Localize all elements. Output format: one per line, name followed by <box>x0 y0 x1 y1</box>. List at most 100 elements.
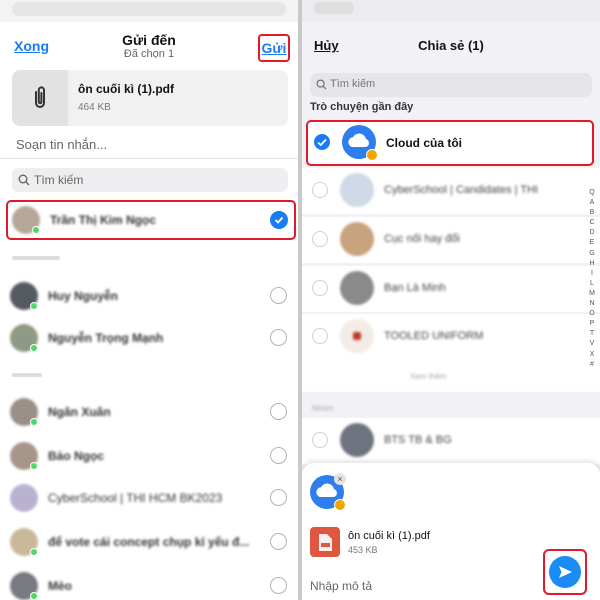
index-letter[interactable]: # <box>587 360 597 370</box>
verified-badge-icon <box>366 149 378 161</box>
avatar <box>340 173 374 207</box>
contact-name: TOOLED UNIFORM <box>384 330 484 342</box>
index-letter[interactable]: B <box>587 208 597 218</box>
online-indicator <box>30 548 38 556</box>
send-to-header: Xong Gửi đến Đã chọn 1 Gửi <box>0 26 298 66</box>
cloud-row-selected[interactable]: Cloud của tôi <box>306 120 594 166</box>
avatar <box>340 222 374 256</box>
share-header: Hủy Chia sẻ (1) <box>302 28 600 62</box>
section-label <box>12 255 60 262</box>
index-letter[interactable]: T <box>587 329 597 339</box>
radio-button[interactable] <box>312 182 328 198</box>
contact-row[interactable]: Bảo Ngọc <box>0 436 298 476</box>
index-letter[interactable]: G <box>587 249 597 259</box>
radio-button[interactable] <box>312 280 328 296</box>
checked-icon[interactable] <box>270 211 288 229</box>
contact-row[interactable]: Huy Nguyễn <box>0 276 298 316</box>
index-letter[interactable]: H <box>587 259 597 269</box>
contact-name: Bạn Là Minh <box>384 282 446 294</box>
share-panel: Hủy Chia sẻ (1) Tìm kiếm Trò chuyện gần … <box>302 0 600 600</box>
contact-name: CyberSchool | Candidates | THI <box>384 184 539 196</box>
alphabet-index[interactable]: Q A B C D E G H I L M N O P T V X # <box>587 188 597 370</box>
radio-button[interactable] <box>270 489 287 506</box>
radio-button[interactable] <box>270 533 287 550</box>
index-letter[interactable]: L <box>587 279 597 289</box>
see-more-button[interactable]: Xem thêm <box>302 360 600 392</box>
index-letter[interactable]: N <box>587 299 597 309</box>
contact-name: Mèo <box>48 579 72 593</box>
send-button-highlight <box>543 549 587 595</box>
search-placeholder: Tìm kiếm <box>34 173 84 187</box>
contact-name: Huy Nguyễn <box>48 289 119 303</box>
attachment-preview: ôn cuối kì (1).pdf 464 KB <box>12 70 288 126</box>
index-letter[interactable]: O <box>587 309 597 319</box>
contact-row[interactable]: CyberSchool | Candidates | THI <box>302 168 600 214</box>
index-letter[interactable]: A <box>587 198 597 208</box>
contact-name: CyberSchool | THI HCM BK2023 <box>48 491 223 505</box>
page-title: Chia sẻ (1) <box>418 38 484 53</box>
avatar <box>340 319 374 353</box>
send-button[interactable]: Gửi <box>258 34 290 62</box>
checked-icon[interactable] <box>314 134 330 150</box>
contact-row-selected[interactable]: Trần Thị Kim Ngọc <box>6 200 296 240</box>
contact-row[interactable]: Cục nối hay đổi <box>302 217 600 263</box>
contact-name: Cloud của tôi <box>386 136 462 150</box>
file-name: ôn cuối kì (1).pdf <box>348 530 430 542</box>
radio-button[interactable] <box>270 287 287 304</box>
contact-row[interactable]: để vote cái concept chụp kỉ yếu đ... <box>0 522 298 562</box>
index-letter[interactable]: C <box>587 218 597 228</box>
cloud-icon <box>342 125 378 161</box>
contact-name: Nguyễn Trọng Mạnh <box>48 331 164 345</box>
paperclip-icon <box>12 70 68 126</box>
search-icon <box>18 174 30 186</box>
search-input[interactable]: Tìm kiếm <box>310 73 592 97</box>
pdf-file-icon <box>310 527 340 557</box>
see-more-label: Xem thêm <box>410 372 447 381</box>
description-input[interactable]: Nhập mô tả <box>310 579 372 593</box>
online-indicator <box>30 418 38 426</box>
radio-button[interactable] <box>270 403 287 420</box>
send-arrow-icon <box>559 566 572 578</box>
attachment-size: 464 KB <box>78 102 111 113</box>
search-input[interactable]: Tìm kiếm <box>12 168 288 192</box>
contact-row[interactable]: Nguyễn Trọng Mạnh <box>0 318 298 358</box>
radio-button[interactable] <box>270 329 287 346</box>
search-placeholder: Tìm kiếm <box>330 78 376 90</box>
online-indicator <box>30 592 38 600</box>
index-letter[interactable]: V <box>587 339 597 349</box>
avatar <box>340 271 374 305</box>
radio-button[interactable] <box>312 432 328 448</box>
online-indicator <box>32 226 40 234</box>
radio-button[interactable] <box>312 231 328 247</box>
index-letter[interactable]: P <box>587 319 597 329</box>
attachment-name: ôn cuối kì (1).pdf <box>78 82 174 96</box>
remove-selection-icon[interactable]: × <box>334 473 346 485</box>
radio-button[interactable] <box>312 328 328 344</box>
contact-row[interactable]: Ngân Xuân <box>0 392 298 432</box>
radio-button[interactable] <box>270 447 287 464</box>
index-letter[interactable]: Q <box>587 188 597 198</box>
send-button[interactable] <box>549 556 581 588</box>
radio-button[interactable] <box>270 577 287 594</box>
contact-row[interactable]: CyberSchool | THI HCM BK2023 <box>0 478 298 518</box>
selected-count: Đã chọn 1 <box>123 48 175 60</box>
recent-chats-label: Trò chuyện gần đây <box>310 101 414 113</box>
index-letter[interactable]: M <box>587 289 597 299</box>
contact-name: Bảo Ngọc <box>48 449 105 463</box>
search-icon <box>316 79 327 90</box>
divider <box>0 158 298 159</box>
online-indicator <box>30 344 38 352</box>
group-name: BTS TB & BG <box>384 434 452 446</box>
contact-row[interactable]: Mèo <box>0 566 298 600</box>
index-letter[interactable]: E <box>587 238 597 248</box>
message-input[interactable]: Soạn tin nhắn... <box>16 137 107 152</box>
contact-name: để vote cái concept chụp kỉ yếu đ... <box>48 535 250 549</box>
contact-name: Ngân Xuân <box>48 405 111 419</box>
group-row[interactable]: BTS TB & BG <box>302 418 600 464</box>
index-letter[interactable]: I <box>587 269 597 279</box>
contact-row[interactable]: TOOLED UNIFORM <box>302 314 600 360</box>
index-letter[interactable]: X <box>587 350 597 360</box>
contact-row[interactable]: Bạn Là Minh <box>302 266 600 312</box>
index-letter[interactable]: D <box>587 228 597 238</box>
online-indicator <box>30 462 38 470</box>
